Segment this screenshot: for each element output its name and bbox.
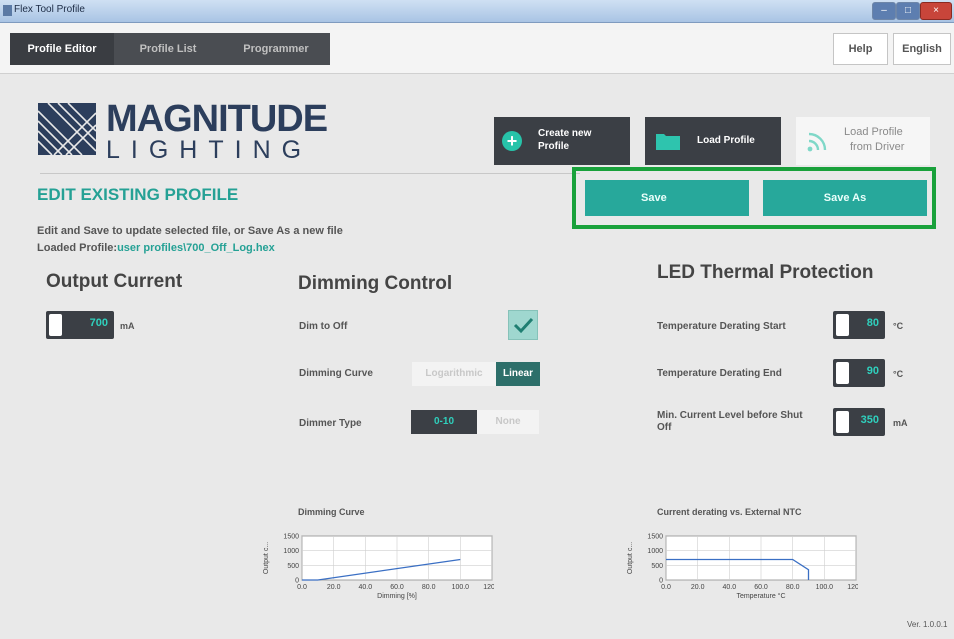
magnitude-logo-icon — [38, 103, 96, 155]
x-axis-label: Dimming [%] — [377, 593, 417, 600]
create-label-line2: Profile — [538, 141, 570, 152]
x-tick-label: 40.0 — [723, 584, 737, 591]
y-tick-label: 500 — [287, 563, 299, 570]
page-subtitle: Edit and Save to update selected file, o… — [37, 225, 343, 237]
version-label: Ver. 1.0.0.1 — [907, 620, 948, 629]
derating-start-stepper[interactable]: 80 — [833, 311, 885, 339]
x-tick-label: 120.0 — [483, 584, 494, 591]
load-driver-label-line1: Load Profile — [844, 126, 903, 138]
tab-profile-editor[interactable]: Profile Editor — [10, 33, 114, 65]
dimming-curve-chart-title: Dimming Curve — [298, 507, 365, 517]
x-tick-label: 100.0 — [816, 584, 834, 591]
loaded-profile-label: Loaded Profile: — [37, 242, 118, 254]
y-tick-label: 1000 — [647, 548, 663, 555]
window-title-bar: Flex Tool Profile – □ × — [0, 0, 954, 23]
top-navigation: Profile Editor Profile List Programmer H… — [0, 23, 954, 74]
checkmark-icon — [513, 317, 534, 334]
y-tick-label: 500 — [651, 563, 663, 570]
create-new-profile-button[interactable]: + Create new Profile — [494, 117, 630, 165]
page-title: EDIT EXISTING PROFILE — [37, 185, 239, 204]
x-tick-label: 100.0 — [452, 584, 470, 591]
x-tick-label: 20.0 — [327, 584, 341, 591]
curve-linear-option[interactable]: Linear — [496, 362, 540, 386]
derating-end-unit: °C — [893, 369, 904, 379]
loaded-profile-path: user profiles\700_Off_Log.hex — [117, 242, 275, 254]
dim-to-off-label: Dim to Off — [299, 321, 348, 332]
derating-start-value: 80 — [866, 317, 879, 329]
plus-circle-icon: + — [502, 131, 522, 151]
min-current-unit: mA — [893, 418, 908, 428]
folder-icon — [656, 134, 680, 150]
derating-end-value: 90 — [866, 365, 879, 377]
dimmer-type-label: Dimmer Type — [299, 418, 362, 429]
derating-start-label: Temperature Derating Start — [657, 321, 786, 332]
output-current-title: Output Current — [46, 271, 183, 292]
loaded-profile-row: Loaded Profile:user profiles\700_Off_Log… — [37, 242, 275, 254]
dim-to-off-checkbox[interactable] — [508, 310, 538, 340]
y-tick-label: 0 — [295, 578, 299, 585]
logo-wordmark-bottom: LIGHTING — [106, 136, 313, 164]
x-tick-label: 120.0 — [847, 584, 858, 591]
x-tick-label: 0.0 — [661, 584, 671, 591]
close-button[interactable]: × — [920, 2, 952, 20]
x-tick-label: 20.0 — [691, 584, 705, 591]
minimize-button[interactable]: – — [872, 2, 896, 20]
help-button[interactable]: Help — [833, 33, 888, 65]
x-tick-label: 60.0 — [390, 584, 404, 591]
app-icon — [3, 5, 12, 16]
save-as-button[interactable]: Save As — [763, 180, 927, 216]
output-current-value: 700 — [89, 317, 108, 329]
derating-start-unit: °C — [893, 321, 904, 331]
derating-end-stepper[interactable]: 90 — [833, 359, 885, 387]
load-driver-label-line2: from Driver — [850, 141, 905, 153]
tab-programmer[interactable]: Programmer — [222, 33, 330, 65]
dimmer-type-none-option[interactable]: None — [477, 410, 539, 434]
save-button[interactable]: Save — [585, 180, 749, 216]
up-down-arrows-icon[interactable] — [49, 314, 62, 336]
up-down-arrows-icon[interactable] — [836, 362, 849, 384]
thermal-protection-title: LED Thermal Protection — [657, 262, 874, 283]
min-current-label-line1: Min. Current Level before Shut — [657, 410, 803, 421]
output-current-unit: mA — [120, 321, 135, 331]
y-tick-label: 0 — [659, 578, 663, 585]
load-profile-from-driver-button[interactable]: Load Profile from Driver — [796, 117, 930, 165]
up-down-arrows-icon[interactable] — [836, 314, 849, 336]
maximize-button[interactable]: □ — [896, 2, 920, 20]
y-tick-label: 1500 — [283, 534, 299, 541]
derating-chart-title: Current derating vs. External NTC — [657, 507, 802, 517]
dimming-curve-label: Dimming Curve — [299, 368, 373, 379]
dimming-curve-chart: 0.0 20.0 40.0 60.0 80.0 100.0 120.0 0 500 1000 150… — [263, 534, 494, 601]
language-button[interactable]: English — [893, 33, 951, 65]
header-divider — [40, 173, 580, 174]
x-tick-label: 40.0 — [359, 584, 373, 591]
wireless-signal-icon — [807, 132, 827, 152]
window-title: Flex Tool Profile — [14, 4, 85, 15]
dimmer-type-0-10-option[interactable]: 0-10 — [411, 410, 477, 434]
tab-profile-list[interactable]: Profile List — [114, 33, 222, 65]
derating-end-label: Temperature Derating End — [657, 368, 782, 379]
curve-logarithmic-option[interactable]: Logarithmic — [412, 362, 496, 386]
y-tick-label: 1000 — [283, 548, 299, 555]
up-down-arrows-icon[interactable] — [836, 411, 849, 433]
x-tick-label: 0.0 — [297, 584, 307, 591]
output-current-stepper[interactable]: 700 — [46, 311, 114, 339]
logo-wordmark-top: MAGNITUDE — [106, 98, 328, 140]
x-tick-label: 80.0 — [422, 584, 436, 591]
y-tick-label: 1500 — [647, 534, 663, 541]
min-current-stepper[interactable]: 350 — [833, 408, 885, 436]
load-profile-button[interactable]: Load Profile — [645, 117, 781, 165]
y-axis-label: Output c... — [627, 542, 634, 574]
x-tick-label: 80.0 — [786, 584, 800, 591]
create-label-line1: Create new — [538, 128, 592, 139]
derating-chart: 0.0 20.0 40.0 60.0 80.0 100.0 120.0 0 500 1000 150… — [627, 534, 858, 601]
min-current-value: 350 — [860, 414, 879, 426]
min-current-label-line2: Off — [657, 422, 672, 433]
dimming-control-title: Dimming Control — [298, 273, 453, 294]
x-tick-label: 60.0 — [754, 584, 768, 591]
y-axis-label: Output c... — [263, 542, 270, 574]
load-profile-label: Load Profile — [697, 135, 755, 146]
x-axis-label: Temperature °C — [736, 592, 785, 600]
